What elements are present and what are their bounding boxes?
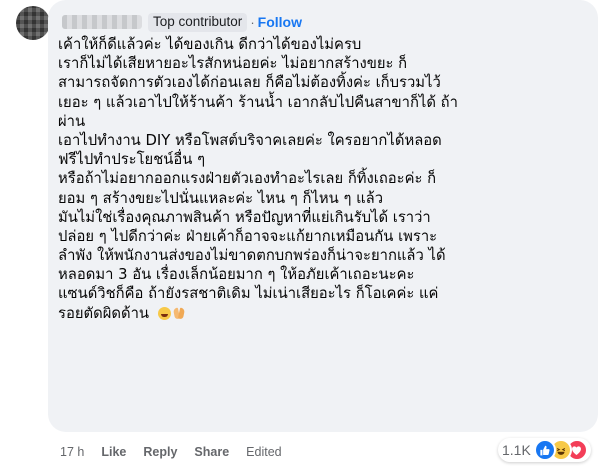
comment-line: ยอม ๆ สร้างขยะไปนั่นแหละค่ะ ไหน ๆ ก็ไหน … xyxy=(58,189,384,207)
comment-header: Top contributor · Follow xyxy=(62,11,302,33)
author-name-redacted[interactable] xyxy=(62,15,142,29)
comment-line: หลอดมา 3 อัน เรื่องเล็กน้อยมาก ๆ ให้อภัย… xyxy=(58,266,415,284)
comment-line: เอาไปทำงาน DIY หรือโพสต์บริจาคเลยค่ะ ใคร… xyxy=(58,131,442,149)
follow-button[interactable]: Follow xyxy=(258,14,302,30)
edited-label[interactable]: Edited xyxy=(246,445,281,459)
comment-line: สามารถจัดการตัวเองได้ก่อนเลย ก็คือไม่ต้อ… xyxy=(58,74,441,92)
share-button[interactable]: Share xyxy=(194,445,229,459)
separator-dot: · xyxy=(250,14,255,30)
comment-last-line: รอยตัดผิดด้าน xyxy=(58,304,588,323)
comment-line: ลำพัง ให้พนักงานส่งของไม่ขาดตกบกพร่องก็น… xyxy=(58,247,446,265)
comment-line: แซนด์วิชก็คือ ถ้ายังรสชาติเดิม ไม่เน่าเส… xyxy=(58,285,439,303)
avatar[interactable] xyxy=(16,6,50,40)
comment-container: Top contributor · Follow เค้าให้ก็ดีแล้ว… xyxy=(0,0,600,469)
comment-line: ฟรีไปทำประโยชน์อื่น ๆ xyxy=(58,151,206,169)
comment-actions: 17 h Like Reply Share Edited xyxy=(60,443,282,461)
top-contributor-badge: Top contributor xyxy=(148,12,248,32)
emoji-group xyxy=(157,307,186,321)
comment-line: เค้าให้ก็ดีแล้วค่ะ ได้ของเกิน ดีกว่าได้ข… xyxy=(58,36,362,53)
reply-button[interactable]: Reply xyxy=(143,445,177,459)
like-button[interactable]: Like xyxy=(101,445,126,459)
comment-body: เค้าให้ก็ดีแล้วค่ะ ได้ของเกิน ดีกว่าได้ข… xyxy=(58,35,588,323)
like-icon xyxy=(533,439,556,461)
comment-line: ผ่าน xyxy=(58,112,86,130)
reactions-summary[interactable]: 1.1K xyxy=(498,438,591,462)
timestamp-link[interactable]: 17 h xyxy=(60,445,84,459)
comment-line: มันไม่ใช่เรื่องคุณภาพสินค้า หรือปัญหาที่… xyxy=(58,208,431,226)
comment-line: เยอะ ๆ แล้วเอาไปให้ร้านค้า ร้านน้ำ เอากล… xyxy=(58,93,458,111)
comment-line: ปล่อย ๆ ไปดีกว่าค่ะ ฝ่ายเค้าก็อาจจะแก้ยา… xyxy=(58,227,438,245)
reaction-count: 1.1K xyxy=(502,442,531,458)
laughing-emoji-icon xyxy=(157,307,171,321)
comment-line: หรือถ้าไม่อยากออกแรงฝ่ายตัวเองทำอะไรเลย … xyxy=(58,170,437,188)
comment-line: เราก็ไม่ได้เสียหายอะไรสักหน่อยค่ะ ไม่อยา… xyxy=(58,55,408,73)
comment-bubble: Top contributor · Follow เค้าให้ก็ดีแล้ว… xyxy=(48,0,598,432)
comment-line-text: รอยตัดผิดด้าน xyxy=(58,304,150,322)
praying-hands-emoji-icon xyxy=(173,307,186,320)
